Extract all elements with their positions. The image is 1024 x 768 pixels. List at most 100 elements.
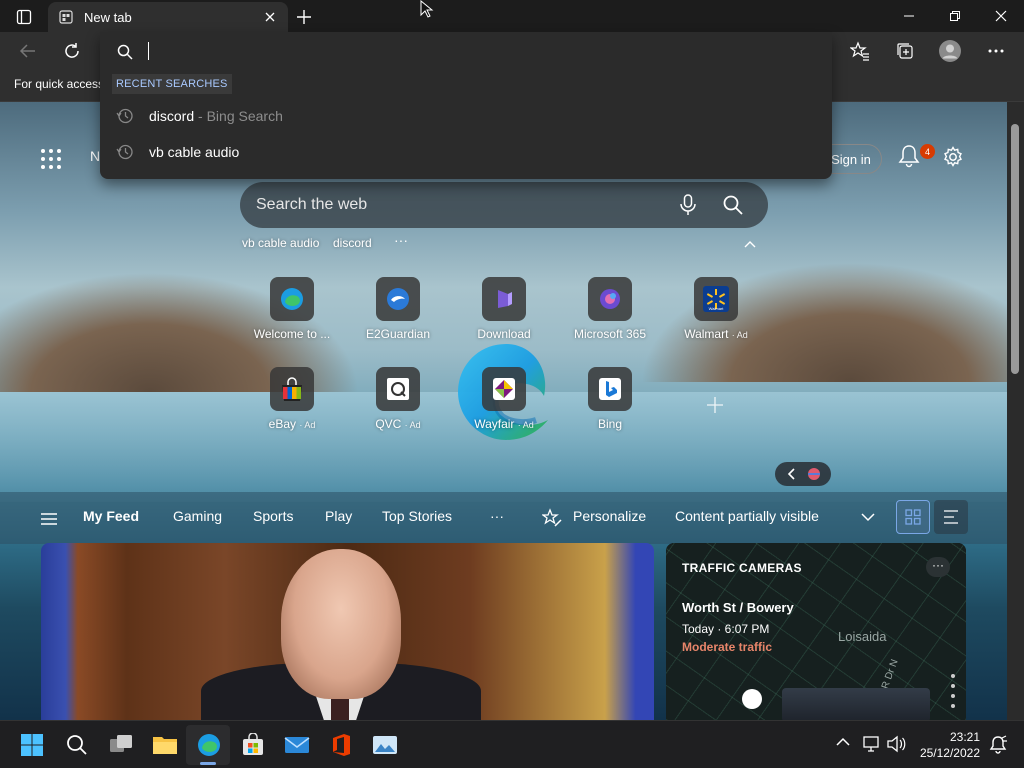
quick-link-tile[interactable]: Bing (555, 367, 665, 443)
profile-button[interactable] (935, 36, 965, 66)
personalize-button[interactable]: Personalize (573, 508, 646, 524)
background-pager[interactable] (775, 462, 831, 486)
suggestion-row[interactable]: vb cable audio (100, 134, 832, 170)
camera-thumbnail[interactable] (782, 688, 930, 720)
quick-link-tile[interactable]: E2Guardian (343, 277, 453, 353)
feed-tab[interactable]: My Feed (83, 508, 139, 524)
add-quick-link-icon[interactable] (702, 392, 728, 418)
close-window-button[interactable] (978, 0, 1024, 32)
search-icon[interactable] (722, 194, 744, 216)
partial-header-text: N (90, 148, 101, 164)
grid-view-button[interactable] (896, 500, 930, 534)
notifications-center-icon[interactable] (988, 735, 1008, 755)
system-clock[interactable]: 23:21 25/12/2022 (910, 729, 980, 761)
qvc-icon (387, 378, 409, 400)
e2guardian-icon (387, 288, 409, 310)
suggestion-text: discord - Bing Search (149, 108, 283, 124)
camera-pin-icon[interactable] (742, 689, 762, 709)
back-arrow-icon (19, 44, 35, 58)
favorites-button[interactable] (845, 36, 875, 66)
quick-link-label: eBay · Ad (237, 417, 347, 431)
avatar-icon (939, 40, 961, 62)
recent-searches-more-button[interactable]: ··· (394, 232, 408, 248)
quick-link-name: Bing (597, 417, 623, 431)
web-search-placeholder: Search the web (256, 196, 368, 213)
restore-icon (950, 11, 960, 21)
taskbar-search-button[interactable] (63, 731, 91, 759)
refresh-button[interactable] (57, 36, 87, 66)
close-tab-button[interactable] (262, 9, 278, 25)
chevron-up-icon[interactable] (836, 737, 850, 747)
recent-search-chip[interactable]: vb cable audio (242, 236, 319, 250)
file-explorer-button[interactable] (151, 731, 179, 759)
address-bar[interactable] (100, 32, 832, 70)
feed-more-button[interactable]: ··· (490, 508, 504, 524)
back-button[interactable] (13, 36, 43, 66)
scrollbar-thumb[interactable] (1011, 124, 1019, 374)
start-button[interactable] (18, 731, 46, 759)
traffic-status: Moderate traffic (682, 640, 773, 654)
collections-icon (897, 43, 913, 59)
quick-link-name: Download (477, 327, 531, 341)
store-icon (243, 733, 263, 755)
page-scrollbar[interactable] (1007, 102, 1024, 720)
list-view-button[interactable] (934, 500, 968, 534)
minimize-button[interactable] (886, 0, 932, 32)
feed-tab[interactable]: Top Stories (382, 508, 452, 524)
quick-link-tile[interactable]: QVC · Ad (343, 367, 453, 443)
clock-time: 23:21 (949, 730, 980, 744)
photos-icon (373, 736, 397, 754)
news-card[interactable] (41, 543, 654, 720)
grid-view-icon (905, 509, 921, 525)
mail-button[interactable] (283, 731, 311, 759)
content-visibility-dropdown[interactable]: Content partially visible (675, 508, 819, 524)
suggestion-row[interactable]: discord - Bing Search (100, 98, 832, 134)
quick-link-label: Welcome to ... (237, 327, 347, 341)
office-button[interactable] (327, 731, 355, 759)
restore-button[interactable] (932, 0, 978, 32)
mail-icon (284, 737, 310, 753)
quick-link-tile[interactable]: Download (449, 277, 559, 353)
traffic-card-more-button[interactable]: ··· (926, 557, 950, 577)
quick-link-tile[interactable]: eBay · Ad (237, 367, 347, 443)
quick-link-name: Wayfair (474, 417, 515, 431)
carousel-dots[interactable] (950, 673, 956, 713)
tab-actions-button[interactable] (8, 6, 40, 28)
quick-link-tile[interactable]: Welcome to ... (237, 277, 347, 353)
recent-search-chip[interactable]: discord (333, 236, 372, 250)
microphone-icon[interactable] (678, 194, 698, 216)
traffic-location: Worth St / Bowery (682, 600, 794, 615)
settings-and-more-button[interactable] (981, 36, 1011, 66)
page-settings-button[interactable] (942, 146, 968, 172)
wayfair-icon (493, 378, 515, 400)
quick-link-icon-box: Walmart (694, 277, 738, 321)
edge-taskbar-button[interactable] (195, 731, 223, 759)
chevron-up-icon[interactable] (742, 236, 758, 252)
quick-link-icon-box (376, 277, 420, 321)
microsoft-store-button[interactable] (239, 731, 267, 759)
quick-link-name: QVC (375, 417, 402, 431)
feed-tab[interactable]: Play (325, 508, 352, 524)
chevron-left-icon[interactable] (787, 468, 795, 480)
quick-link-tile[interactable]: Walmart Walmart · Ad (661, 277, 771, 353)
feed-tab[interactable]: Sports (253, 508, 293, 524)
new-tab-button[interactable] (292, 6, 316, 28)
photos-button[interactable] (371, 731, 399, 759)
web-search-box[interactable]: Search the web (240, 182, 768, 228)
network-icon[interactable] (862, 735, 882, 753)
chevron-down-icon[interactable] (861, 512, 875, 522)
feed-tab[interactable]: Gaming (173, 508, 222, 524)
pager-controls (787, 468, 820, 480)
quick-link-tile[interactable]: Microsoft 365 (555, 277, 665, 353)
task-view-button[interactable] (107, 731, 135, 759)
menu-hamburger-icon[interactable] (40, 512, 58, 526)
app-launcher-icon[interactable] (40, 148, 62, 170)
quick-link-tile[interactable]: Wayfair · Ad (449, 367, 559, 443)
traffic-cameras-card[interactable]: TRAFFIC CAMERAS ··· Worth St / Bowery To… (666, 543, 966, 720)
notifications-button[interactable]: 4 (898, 144, 935, 172)
tab-new-tab[interactable]: New tab (48, 2, 288, 32)
quick-link-icon-box (376, 367, 420, 411)
volume-icon[interactable] (886, 735, 906, 753)
collections-button[interactable] (890, 36, 920, 66)
traffic-card-title: TRAFFIC CAMERAS (682, 561, 802, 575)
